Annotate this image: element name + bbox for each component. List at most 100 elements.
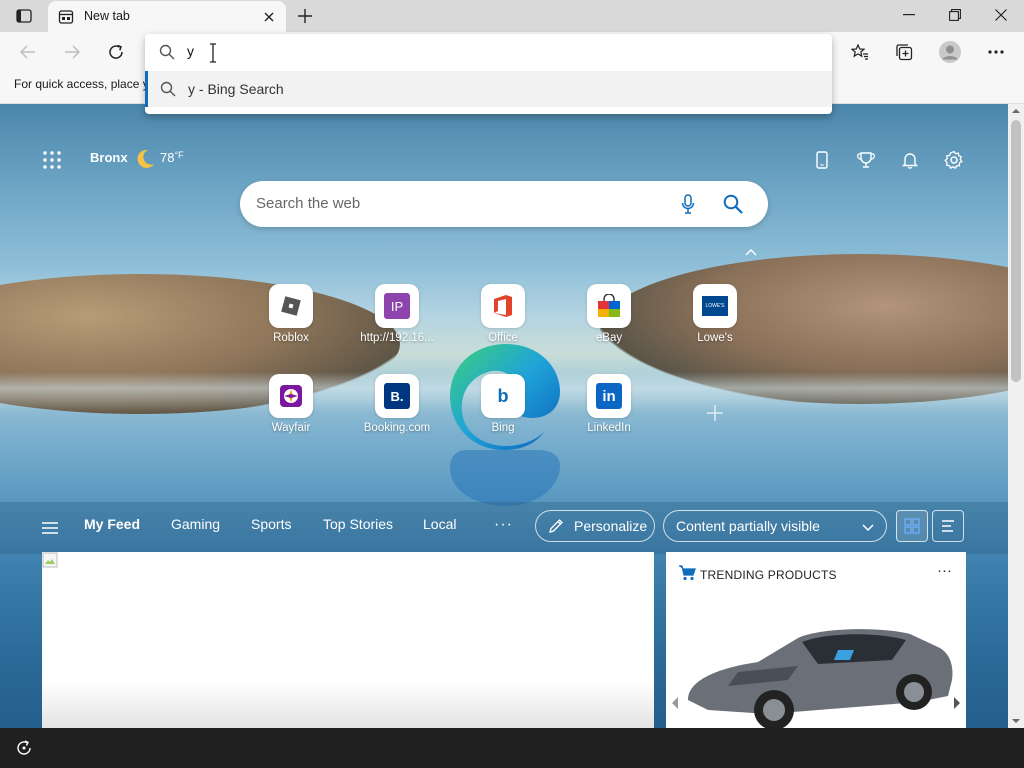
- list-view-button[interactable]: [932, 510, 964, 542]
- favorites-bar-hint: For quick access, place y: [14, 77, 149, 91]
- hamburger-menu-icon[interactable]: [40, 518, 60, 538]
- page-scrollbar[interactable]: [1008, 104, 1024, 728]
- carousel-next-icon[interactable]: [952, 696, 962, 710]
- personalize-button[interactable]: Personalize: [535, 510, 655, 542]
- profile-button[interactable]: [934, 36, 966, 68]
- quick-link-wayfair[interactable]: Wayfair: [247, 374, 337, 444]
- plus-icon: [707, 405, 723, 421]
- search-placeholder: Search the web: [256, 195, 361, 212]
- feed-tab-top-stories[interactable]: Top Stories: [323, 516, 393, 532]
- tab-actions-icon: [16, 9, 32, 23]
- address-bar-dropdown[interactable]: y y - Bing Search: [145, 34, 832, 114]
- arrow-right-icon: [65, 45, 80, 59]
- temperature-unit: °F: [174, 150, 184, 160]
- search-suggestion-item[interactable]: y - Bing Search: [145, 71, 832, 107]
- scrollbar-thumb[interactable]: [1011, 120, 1021, 382]
- quick-link-booking[interactable]: B. Booking.com: [353, 374, 443, 444]
- bottom-bar: [0, 728, 1024, 768]
- settings-more-button[interactable]: [980, 36, 1012, 68]
- quick-link-ip-address[interactable]: IP http://192.16...: [353, 284, 443, 354]
- quick-link-label: Bing: [491, 422, 515, 434]
- content-visibility-value: Content partially visible: [676, 518, 820, 534]
- feed-navigation-bar: My Feed Gaming Sports Top Stories Local …: [0, 502, 1008, 554]
- favorites-button[interactable]: [844, 36, 876, 68]
- trending-products-card[interactable]: TRENDING PRODUCTS ···: [666, 552, 966, 728]
- quick-link-linkedin[interactable]: in LinkedIn: [565, 374, 655, 444]
- weather-location[interactable]: Bronx: [90, 150, 128, 165]
- booking-glyph: B.: [384, 383, 410, 409]
- microphone-icon: [681, 194, 695, 214]
- arrow-left-icon: [20, 45, 35, 59]
- new-tab-button[interactable]: [292, 4, 318, 28]
- gear-icon: [944, 150, 963, 170]
- grid-layout-icon: [904, 518, 920, 534]
- bing-icon: b: [481, 374, 525, 418]
- feed-tab-sports[interactable]: Sports: [251, 516, 291, 532]
- tab-new-tab[interactable]: New tab: [48, 1, 286, 32]
- office-icon: [481, 284, 525, 328]
- lowes-icon: LOWE'S: [693, 284, 737, 328]
- ip-icon: IP: [375, 284, 419, 328]
- content-visibility-dropdown[interactable]: Content partially visible: [663, 510, 887, 542]
- feed-tab-my-feed[interactable]: My Feed: [84, 516, 140, 532]
- carousel-previous-icon[interactable]: [670, 696, 680, 710]
- linkedin-icon: in: [587, 374, 631, 418]
- app-launcher-button[interactable]: [40, 148, 64, 172]
- star-list-icon: [851, 44, 868, 60]
- minimize-button[interactable]: [886, 0, 932, 30]
- plus-icon: [298, 9, 312, 23]
- notifications-button[interactable]: [896, 146, 924, 174]
- booking-icon: B.: [375, 374, 419, 418]
- add-quick-link-button[interactable]: [704, 402, 726, 424]
- quick-link-label: http://192.16...: [360, 332, 434, 344]
- trending-products-title: TRENDING PRODUCTS: [700, 568, 837, 582]
- scroll-up-icon[interactable]: [1011, 106, 1021, 116]
- quick-link-ebay[interactable]: eBay: [565, 284, 655, 354]
- search-icon: [159, 44, 175, 60]
- text-cursor-icon: [210, 43, 216, 63]
- search-icon: [160, 81, 176, 97]
- feedback-refresh-icon[interactable]: [14, 738, 34, 758]
- new-tab-favicon-icon: [58, 10, 74, 24]
- quick-link-bing[interactable]: b Bing: [459, 374, 549, 444]
- search-icon: [723, 194, 743, 214]
- temperature-value: 78: [160, 150, 175, 165]
- tab-actions-button[interactable]: [9, 5, 39, 27]
- more-horizontal-icon: [988, 50, 1004, 54]
- moon-weather-icon: [137, 149, 154, 168]
- avatar-icon: [939, 41, 961, 63]
- trending-more-button[interactable]: ···: [937, 562, 952, 579]
- refresh-button[interactable]: [100, 36, 132, 68]
- address-input[interactable]: y: [187, 43, 194, 59]
- list-layout-icon: [942, 520, 954, 532]
- page-settings-button[interactable]: [940, 146, 968, 174]
- restore-button[interactable]: [932, 0, 978, 30]
- voice-search-button[interactable]: [676, 192, 700, 216]
- quick-link-office[interactable]: Office: [459, 284, 549, 354]
- feed-more-tabs-button[interactable]: ···: [494, 516, 513, 534]
- web-search-box[interactable]: Search the web: [240, 181, 768, 227]
- rewards-button[interactable]: [852, 146, 880, 174]
- feed-tab-local[interactable]: Local: [423, 516, 456, 532]
- wayfair-icon: [269, 374, 313, 418]
- quick-link-roblox[interactable]: Roblox: [247, 284, 337, 354]
- forward-button[interactable]: [56, 36, 88, 68]
- collapse-quick-links-button[interactable]: [742, 244, 760, 260]
- search-submit-button[interactable]: [720, 191, 746, 217]
- window-close-button[interactable]: [978, 0, 1024, 30]
- grid-view-button[interactable]: [896, 510, 928, 542]
- bell-icon: [901, 153, 919, 169]
- feed-tab-gaming[interactable]: Gaming: [171, 516, 220, 532]
- weather-temperature[interactable]: 78°F: [160, 150, 184, 165]
- card-fade: [42, 682, 654, 728]
- mobile-button[interactable]: [808, 146, 836, 174]
- quick-link-lowes[interactable]: LOWE'S Lowe's: [671, 284, 761, 354]
- scroll-down-icon[interactable]: [1011, 716, 1021, 726]
- tab-close-button[interactable]: [260, 8, 278, 26]
- refresh-icon: [109, 44, 123, 59]
- back-button[interactable]: [12, 36, 44, 68]
- bing-glyph: b: [497, 385, 509, 406]
- collections-button[interactable]: [888, 36, 920, 68]
- feed-card-main[interactable]: [42, 552, 654, 728]
- phone-icon: [816, 151, 828, 169]
